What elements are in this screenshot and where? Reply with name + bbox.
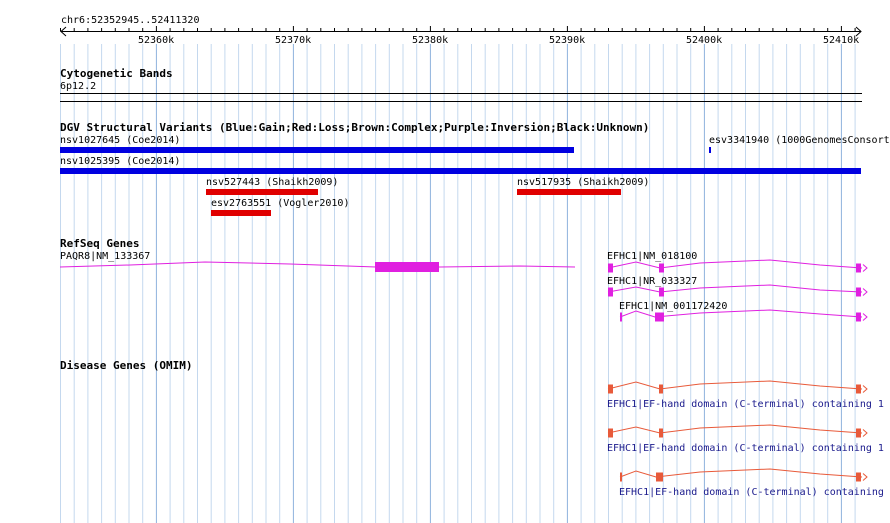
refseq-gene-label[interactable]: EFHC1|NM_018100 <box>607 251 697 263</box>
strand-arrow <box>862 264 868 272</box>
exon-block <box>608 428 613 438</box>
exon-block <box>608 287 613 297</box>
strand-arrow <box>862 313 868 321</box>
ruler-tick-label: 52390k <box>549 35 586 46</box>
track-title-refseq[interactable]: RefSeq Genes <box>60 237 139 250</box>
ruler-tick-label: 52400k <box>686 35 723 46</box>
ruler-tick-label: 52370k <box>275 35 312 46</box>
ruler-tick-label: 52360k <box>138 35 175 46</box>
dgv-feature-label[interactable]: nsv1025395 (Coe2014) <box>60 156 180 168</box>
exon-block <box>659 428 663 438</box>
dgv-feature-label[interactable]: nsv527443 (Shaikh2009) <box>206 177 338 189</box>
exon-block <box>620 312 622 322</box>
omim-gene-label[interactable]: EFHC1|EF-hand domain (C-terminal) contai… <box>607 399 884 411</box>
exon-block <box>659 287 664 297</box>
exon-block <box>656 472 663 482</box>
exon-block <box>659 263 664 273</box>
exon-block <box>856 312 861 322</box>
strand-arrow <box>862 429 868 437</box>
dgv-loss-bar[interactable] <box>517 189 621 195</box>
dgv-gain-bar[interactable] <box>60 168 861 174</box>
dgv-gain-bar[interactable] <box>60 147 574 153</box>
dgv-loss-bar[interactable] <box>211 210 271 216</box>
refseq-gene-label[interactable]: EFHC1|NR_033327 <box>607 276 697 288</box>
track-title-omim[interactable]: Disease Genes (OMIM) <box>60 359 192 372</box>
strand-arrow <box>862 288 868 296</box>
exon-block <box>608 263 613 273</box>
omim-gene-label[interactable]: EFHC1|EF-hand domain (C-terminal) contai… <box>607 443 884 455</box>
dgv-feature-label[interactable]: esv2763551 (Vogler2010) <box>211 198 349 210</box>
exon-block <box>856 384 861 394</box>
dgv-feature-label[interactable]: nsv1027645 (Coe2014) <box>60 135 180 147</box>
refseq-gene-label[interactable]: EFHC1|NM_001172420 <box>619 301 727 313</box>
refseq-gene-label[interactable]: PAQR8|NM_133367 <box>60 251 150 263</box>
exon-block <box>856 263 861 273</box>
omim-gene-label[interactable]: EFHC1|EF-hand domain (C-terminal) contai… <box>619 487 890 499</box>
track-title-dgv[interactable]: DGV Structural Variants (Blue:Gain;Red:L… <box>60 121 649 134</box>
ruler-range-label: chr6:52352945..52411320 <box>61 15 200 26</box>
exon-block <box>856 428 861 438</box>
track-title-cytoband[interactable]: Cytogenetic Bands <box>60 67 173 80</box>
dgv-loss-bar[interactable] <box>206 189 318 195</box>
ruler-tick-label: 52380k <box>412 35 449 46</box>
exon-block <box>620 472 622 482</box>
cytoband-label: 6p12.2 <box>60 81 97 92</box>
exon-block <box>608 384 613 394</box>
exon-block <box>856 472 861 482</box>
intron-line <box>607 424 863 434</box>
genome-browser-view[interactable]: chr6:52352945..52411320 52360k 52370k 52… <box>0 0 890 523</box>
ruler-tick-label: 52410k <box>823 35 860 46</box>
exon-block <box>655 312 664 322</box>
strand-arrow <box>862 385 868 393</box>
exon-block <box>375 262 439 272</box>
dgv-feature-label[interactable]: nsv517935 (Shaikh2009) <box>517 177 649 189</box>
strand-arrow <box>862 473 868 481</box>
intron-line <box>607 380 863 390</box>
dgv-feature-label[interactable]: esv3341940 (1000GenomesConsort <box>709 135 890 147</box>
exon-block <box>659 384 663 394</box>
exon-block <box>856 287 861 297</box>
dgv-gain-bar[interactable] <box>709 147 711 153</box>
